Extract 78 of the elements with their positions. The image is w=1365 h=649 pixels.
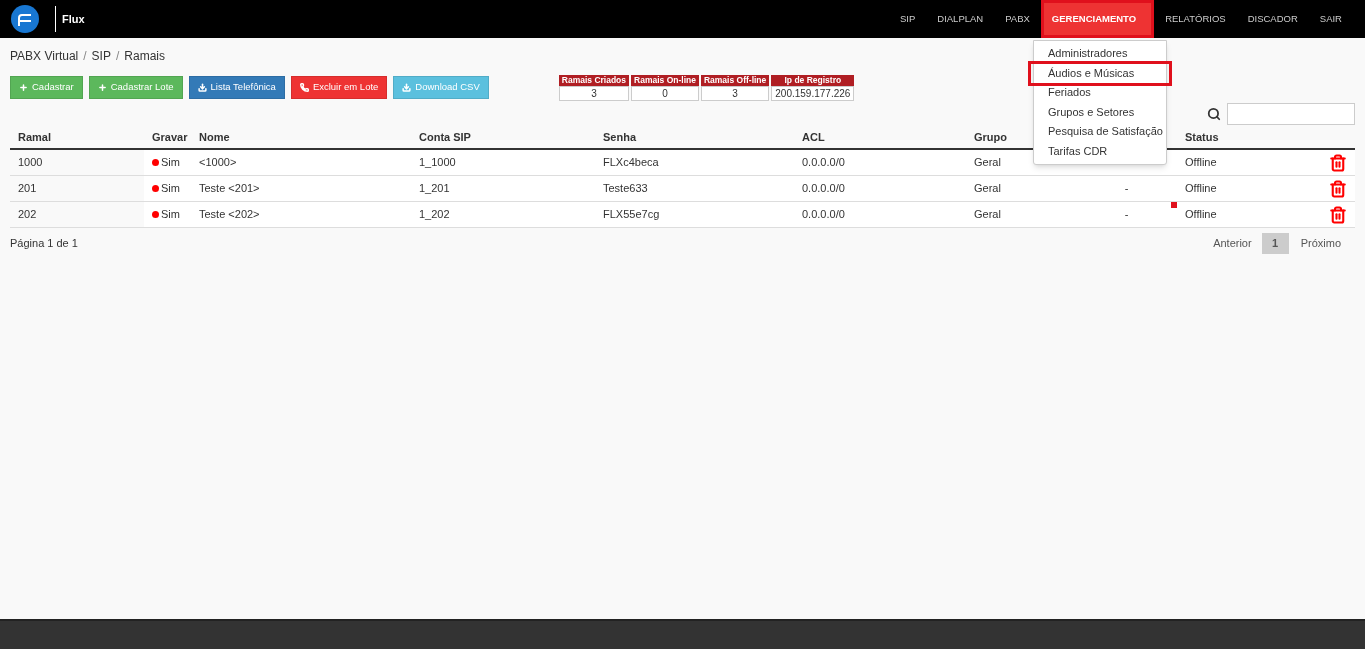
table-cell-text: Offline bbox=[1185, 155, 1217, 171]
table-cell-text: Teste633 bbox=[603, 181, 648, 197]
dropdown-item[interactable]: Áudios e Músicas bbox=[1031, 63, 1169, 83]
download-icon bbox=[197, 83, 207, 92]
search-icon bbox=[1207, 107, 1221, 121]
breadcrumb-separator: / bbox=[83, 48, 87, 65]
column-header: ACL bbox=[802, 131, 825, 144]
plus-icon bbox=[19, 83, 28, 92]
download-icon bbox=[402, 83, 412, 92]
nav-item[interactable]: PABX bbox=[994, 0, 1041, 38]
table-cell-text: 1_201 bbox=[419, 181, 450, 197]
column-header: Gravar bbox=[152, 131, 188, 144]
nav-item[interactable]: SAIR bbox=[1308, 0, 1353, 38]
table-cell-text: Geral bbox=[974, 181, 1001, 197]
nav-item[interactable]: DISCADOR bbox=[1236, 0, 1309, 38]
breadcrumb-link[interactable]: SIP bbox=[91, 47, 111, 65]
delete-button[interactable] bbox=[1329, 153, 1347, 172]
column-header: Senha bbox=[603, 131, 636, 144]
table-cell-text: <1000> bbox=[199, 155, 237, 171]
search-field[interactable] bbox=[1227, 103, 1355, 125]
table-cell-text: Geral bbox=[974, 207, 1001, 223]
nav-item[interactable]: RELATÓRIOS bbox=[1154, 0, 1237, 38]
table-cell-text: - bbox=[1124, 207, 1129, 223]
breadcrumb-link[interactable]: Ramais bbox=[124, 47, 165, 65]
action-button[interactable]: Excluir em Lote bbox=[290, 76, 388, 99]
page-link[interactable]: 1 bbox=[1261, 233, 1289, 254]
dropdown-item[interactable]: Pesquisa de Satisfação bbox=[1034, 122, 1166, 142]
table-cell-text: 0.0.0.0/0 bbox=[802, 155, 845, 171]
table-cell-text: 202 bbox=[18, 207, 37, 223]
stat-label: Ramais Off-line bbox=[700, 75, 770, 86]
table-cell-text: 1_1000 bbox=[419, 155, 456, 171]
table-cell-text: Sim bbox=[161, 207, 180, 223]
column-header: Ramal bbox=[18, 131, 52, 144]
stat-value: 3 bbox=[558, 86, 630, 101]
table-cell-text: 0.0.0.0/0 bbox=[802, 181, 845, 197]
stat-label: Ip de Registro bbox=[771, 75, 855, 86]
table-cell-text: FLX55e7cg bbox=[603, 207, 660, 223]
brand-name: Flux bbox=[62, 11, 85, 27]
action-button[interactable]: Lista Telefônica bbox=[188, 76, 285, 99]
table-cell-text: 0.0.0.0/0 bbox=[802, 207, 845, 223]
table-cell-text: Sim bbox=[161, 181, 180, 197]
table-cell-text: Teste <202> bbox=[199, 207, 260, 223]
stat-label: Ramais Criados bbox=[558, 75, 630, 86]
column-header: Grupo bbox=[974, 131, 1007, 144]
dropdown-item[interactable]: Feriados bbox=[1034, 83, 1166, 103]
table-cell-text: Geral bbox=[974, 155, 1001, 171]
table-cell-text: 201 bbox=[18, 181, 37, 197]
breadcrumb-link[interactable]: PABX Virtual bbox=[10, 47, 79, 65]
table-cell-text: - bbox=[1124, 181, 1129, 197]
dropdown-item[interactable]: Grupos e Setores bbox=[1034, 102, 1166, 122]
stat-value: 0 bbox=[631, 86, 699, 101]
table-cell-text: Offline bbox=[1185, 207, 1217, 223]
stat-value: 200.159.177.226 bbox=[771, 86, 855, 101]
stat-label: Ramais On-line bbox=[631, 75, 699, 86]
table-cell-text: FLXc4beca bbox=[603, 155, 659, 171]
previous-link[interactable]: Anterior bbox=[1203, 235, 1262, 252]
logo-icon bbox=[11, 5, 39, 33]
next-link[interactable]: Próximo bbox=[1288, 235, 1353, 252]
table-cell-text: 1000 bbox=[18, 155, 43, 171]
dropdown-item[interactable]: Administradores bbox=[1034, 44, 1166, 64]
stat-value: 3 bbox=[700, 86, 770, 101]
delete-button[interactable] bbox=[1329, 205, 1347, 224]
column-header: Status bbox=[1185, 131, 1219, 144]
table-cell-text: 1_202 bbox=[419, 207, 450, 223]
nav-item[interactable]: GERENCIAMENTO bbox=[1040, 0, 1155, 38]
breadcrumb-separator: / bbox=[115, 48, 120, 65]
nav-item[interactable]: DIALPLAN bbox=[926, 0, 995, 38]
page-info: Página 1 de 1 bbox=[10, 236, 78, 252]
dropdown-item[interactable]: Tarifas CDR bbox=[1034, 141, 1166, 161]
table-cell-text: Offline bbox=[1185, 181, 1217, 197]
plus-icon bbox=[97, 83, 107, 92]
column-header: Nome bbox=[199, 131, 230, 144]
table-cell-text: Sim bbox=[161, 155, 180, 171]
delete-button[interactable] bbox=[1329, 179, 1347, 198]
phone-icon bbox=[299, 83, 309, 92]
column-header: Conta SIP bbox=[419, 131, 471, 144]
table-cell-text: Teste <201> bbox=[199, 181, 260, 197]
nav-item[interactable]: SIP bbox=[888, 0, 927, 38]
